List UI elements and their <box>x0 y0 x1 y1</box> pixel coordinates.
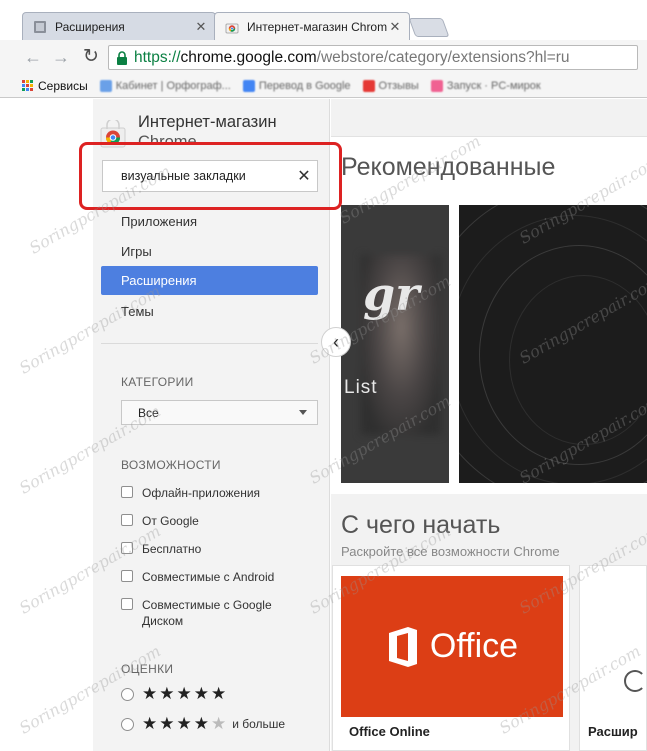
search-highlight-frame <box>79 142 342 210</box>
radio[interactable] <box>121 717 134 731</box>
feature-label: Совместимые с Google Диском <box>142 598 272 628</box>
bookmark-label: Перевод в Google <box>258 79 351 92</box>
webstore-main: Рекомендованные gr List ‹ С чего начать … <box>321 99 647 751</box>
lock-icon <box>117 50 127 65</box>
url-host: chrome.google.com <box>180 48 317 66</box>
back-arrow-icon[interactable]: ← <box>22 46 44 68</box>
featured-banner-next[interactable] <box>459 205 647 483</box>
office-tile: Office <box>341 576 563 717</box>
nav-item-apps[interactable]: Приложения <box>101 207 318 236</box>
bookmark-item[interactable]: Запуск · PC-мирок <box>430 79 541 92</box>
feature-label: Офлайн-приложения <box>142 486 261 500</box>
get-started-subtitle: Раскройте все возможности Chrome <box>341 544 560 559</box>
tab-title: Расширения <box>55 19 125 34</box>
app-card-next[interactable]: Расшир <box>579 565 647 751</box>
rating-and-more: и больше <box>232 717 286 731</box>
bookmark-item[interactable]: Перевод в Google <box>242 79 351 92</box>
forward-arrow-icon[interactable]: → <box>50 46 72 68</box>
carousel-prev-button[interactable]: ‹ <box>321 327 351 357</box>
radio[interactable] <box>121 687 134 701</box>
tab-strip: Расширения ✕ Интернет-магазин Chrom ✕ <box>0 0 647 40</box>
ratings-heading: ОЦЕНКИ <box>121 662 174 676</box>
recommended-title: Рекомендованные <box>341 153 556 181</box>
tab-close-icon[interactable]: ✕ <box>387 19 403 35</box>
tab-close-icon[interactable]: ✕ <box>193 19 209 35</box>
office-tile-word: Office <box>429 627 519 665</box>
checkbox[interactable] <box>121 542 133 554</box>
app-icon-partial <box>624 670 646 692</box>
checkbox[interactable] <box>121 598 133 610</box>
category-select[interactable]: Все <box>121 400 318 425</box>
apps-shortcut[interactable]: Сервисы <box>22 79 88 93</box>
nav-item-themes[interactable]: Темы <box>101 297 318 326</box>
checkbox[interactable] <box>121 514 133 526</box>
puzzle-page-icon <box>34 20 46 33</box>
bookmark-label: Запуск · PC-мирок <box>446 79 541 92</box>
tab-webstore[interactable]: Интернет-магазин Chrom ✕ <box>214 12 410 40</box>
category-selected: Все <box>138 405 159 420</box>
browser-toolbar: ← → ↻ https://chrome.google.com/webstore… <box>0 40 647 74</box>
apps-grid-icon <box>22 80 33 91</box>
featured-banner[interactable]: gr List <box>341 205 449 483</box>
rating-4-stars[interactable]: ★★★★★ и больше <box>121 714 285 734</box>
banner-text-small: List <box>344 377 378 398</box>
banner-ring <box>509 275 647 445</box>
features-heading: ВОЗМОЖНОСТИ <box>121 458 221 472</box>
bookmark-item[interactable]: Отзывы <box>362 79 419 92</box>
feature-label: Совместимые с Android <box>142 570 275 584</box>
checkbox[interactable] <box>121 570 133 582</box>
chevron-left-icon: ‹ <box>333 331 339 352</box>
app-card-title: Office Online <box>349 724 430 739</box>
get-started-title: С чего начать <box>341 511 501 539</box>
address-bar[interactable]: https://chrome.google.com/webstore/categ… <box>108 45 638 70</box>
bookmark-label: Отзывы <box>378 79 419 92</box>
chrome-webstore-icon <box>225 23 239 33</box>
main-top-strip <box>331 99 647 137</box>
banner-text-big: gr <box>363 267 420 321</box>
nav-item-games[interactable]: Игры <box>101 237 318 266</box>
webstore-page: Интернет-магазин Chrome визуальные закла… <box>0 99 647 751</box>
bookmarks-bar: Сервисы Кабинет | Орфограф... Перевод в … <box>0 74 647 98</box>
bookmark-label: Кабинет | Орфограф... <box>115 79 231 92</box>
feature-by-google[interactable]: От Google <box>121 513 311 529</box>
five-stars-icon: ★★★★★ <box>142 684 229 703</box>
bookmark-item[interactable]: Кабинет | Орфограф... <box>99 79 231 92</box>
new-tab-button[interactable] <box>408 18 450 37</box>
feature-android[interactable]: Совместимые с Android <box>121 569 311 585</box>
feature-free[interactable]: Бесплатно <box>121 541 311 557</box>
nav-item-extensions[interactable]: Расширения <box>101 266 318 295</box>
feature-label: Бесплатно <box>142 542 202 556</box>
feature-offline[interactable]: Офлайн-приложения <box>121 485 311 501</box>
sidebar-divider <box>101 343 318 344</box>
tab-title: Интернет-магазин Chrom <box>247 19 387 34</box>
checkbox[interactable] <box>121 486 133 498</box>
feature-label: От Google <box>142 514 199 528</box>
apps-label: Сервисы <box>38 78 88 93</box>
tab-extensions[interactable]: Расширения ✕ <box>22 12 216 40</box>
url-path: /webstore/category/extensions?hl=ru <box>316 48 570 66</box>
app-card-title: Расшир <box>588 724 638 739</box>
store-title: Интернет-магазин <box>138 113 277 131</box>
four-stars-icon: ★★★★★ <box>142 714 229 733</box>
reload-icon[interactable]: ↻ <box>80 46 102 68</box>
url-scheme: https:// <box>134 48 181 66</box>
dropdown-arrow-icon <box>299 410 307 415</box>
categories-heading: КАТЕГОРИИ <box>121 375 194 389</box>
feature-google-drive[interactable]: Совместимые с Google Диском <box>121 597 311 629</box>
rating-5-stars[interactable]: ★★★★★ <box>121 684 228 704</box>
office-logo-icon <box>388 626 417 667</box>
app-card-office[interactable]: Office Office Online <box>332 565 570 751</box>
